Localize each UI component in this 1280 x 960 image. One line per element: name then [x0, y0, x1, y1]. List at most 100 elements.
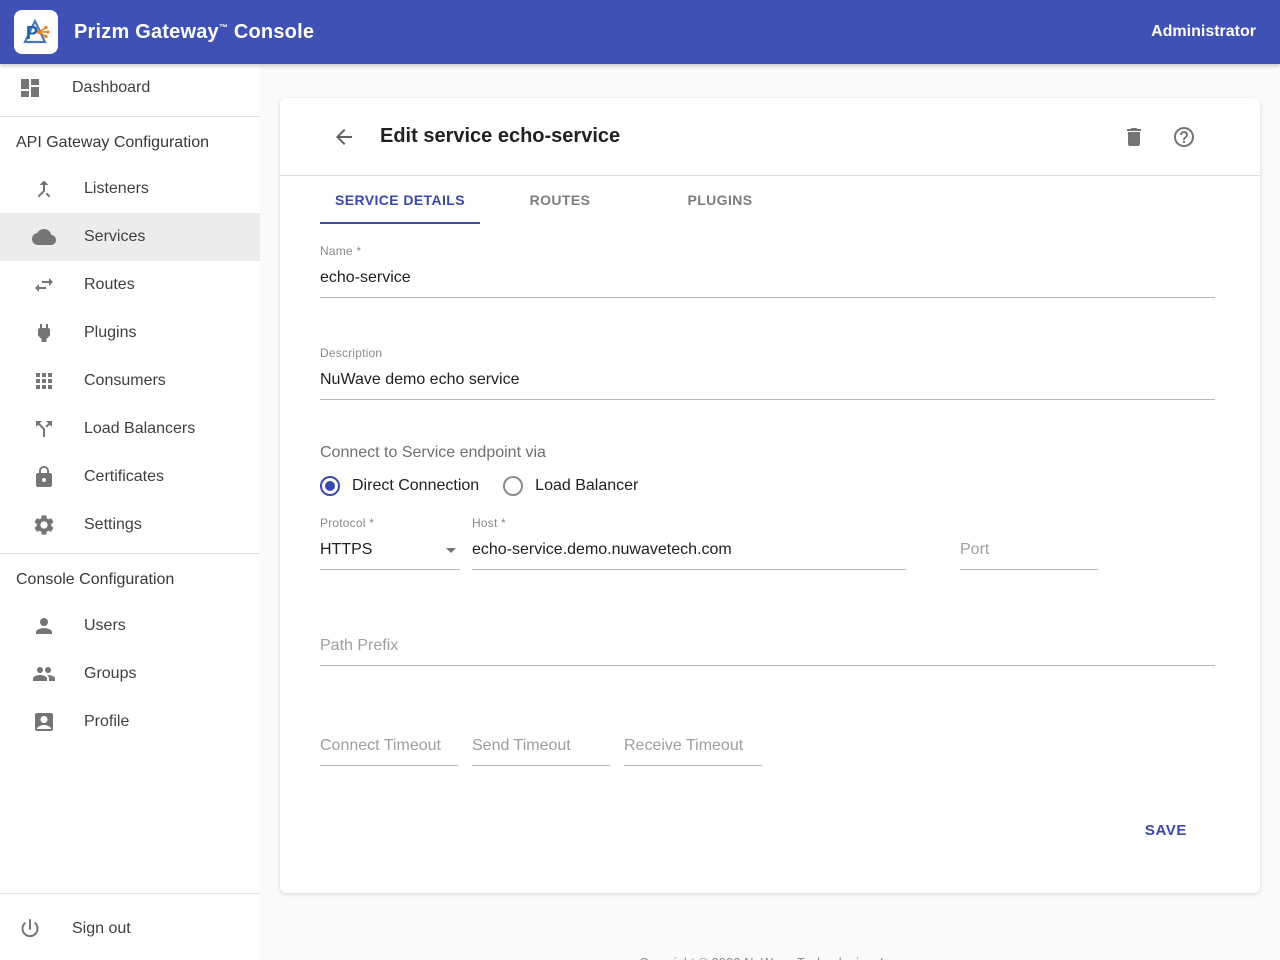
timeouts-row: [320, 728, 1215, 766]
port-input[interactable]: [960, 532, 1098, 570]
protocol-select[interactable]: HTTPS: [320, 532, 460, 570]
sidebar-item-services[interactable]: Services: [0, 213, 260, 261]
sidebar-item-label: Routes: [84, 276, 135, 294]
sidebar-divider: [0, 116, 260, 117]
name-field-label: Name *: [320, 244, 361, 258]
dashboard-icon: [18, 76, 42, 100]
description-field-group: Description: [320, 344, 1215, 400]
sidebar-item-label: Load Balancers: [84, 420, 195, 438]
radio-label: Load Balancer: [535, 477, 638, 495]
sidebar-item-label: Profile: [84, 713, 129, 731]
path-prefix-input[interactable]: [320, 628, 1215, 666]
svg-text:P: P: [26, 23, 38, 43]
sidebar-item-certificates[interactable]: Certificates: [0, 453, 260, 501]
sign-out-label: Sign out: [72, 920, 131, 938]
help-icon: [1172, 125, 1196, 149]
path-prefix-field-group: [320, 628, 1215, 666]
description-input[interactable]: [320, 362, 1215, 400]
gear-icon: [32, 513, 56, 537]
connect-timeout-input[interactable]: [320, 728, 458, 766]
people-icon: [32, 662, 56, 686]
lock-icon: [32, 465, 56, 489]
protocol-field-group: Protocol * HTTPS: [320, 514, 460, 570]
account-box-icon: [32, 710, 56, 734]
sidebar-item-label: Listeners: [84, 180, 149, 198]
prizm-logo: P: [14, 10, 58, 54]
delete-button[interactable]: [1122, 125, 1146, 149]
description-field-label: Description: [320, 346, 382, 360]
sidebar-item-label: Services: [84, 228, 145, 246]
tab-routes[interactable]: ROUTES: [480, 176, 640, 224]
radio-label: Direct Connection: [352, 477, 479, 495]
page-title: Edit service echo-service: [380, 125, 620, 148]
copyright-footer: Copyright © 2022 NuWave Technologies, In…: [260, 955, 1280, 960]
sidebar-item-load-balancers[interactable]: Load Balancers: [0, 405, 260, 453]
help-button[interactable]: [1172, 125, 1196, 149]
main-content: Edit service echo-service SERVICE DETAIL…: [260, 64, 1280, 960]
sidebar-divider: [0, 893, 260, 894]
radio-selected-icon: [320, 476, 340, 496]
call-merge-icon: [32, 177, 56, 201]
chevron-down-icon: [446, 548, 456, 553]
save-button[interactable]: SAVE: [1129, 814, 1203, 847]
sidebar-item-label: Users: [84, 617, 126, 635]
service-details-form: Name * Description Connect to Service en…: [280, 224, 1260, 893]
swap-horiz-icon: [32, 273, 56, 297]
name-input[interactable]: [320, 260, 1215, 298]
sidebar-item-label: Certificates: [84, 468, 164, 486]
sidebar-item-settings[interactable]: Settings: [0, 501, 260, 549]
sidebar-item-label: Settings: [84, 516, 142, 534]
radio-direct-connection[interactable]: Direct Connection: [320, 476, 479, 496]
sidebar-item-profile[interactable]: Profile: [0, 698, 260, 746]
power-plug-icon: [32, 321, 56, 345]
name-field-group: Name *: [320, 242, 1215, 298]
radio-unselected-icon: [503, 476, 523, 496]
app-bar: P Prizm Gateway™ Console Administrator: [0, 0, 1280, 64]
protocol-host-port-row: Protocol * HTTPS Host *: [320, 514, 1215, 570]
sidebar-item-groups[interactable]: Groups: [0, 650, 260, 698]
sidebar-nav: Dashboard API Gateway Configuration List…: [0, 64, 260, 960]
call-split-icon: [32, 417, 56, 441]
host-field-group: Host *: [472, 514, 906, 570]
tab-bar: SERVICE DETAILS ROUTES PLUGINS: [280, 176, 1260, 224]
endpoint-section-label: Connect to Service endpoint via: [320, 444, 1215, 462]
tab-service-details[interactable]: SERVICE DETAILS: [320, 176, 480, 224]
user-menu[interactable]: Administrator: [1151, 23, 1256, 41]
sidebar-item-listeners[interactable]: Listeners: [0, 165, 260, 213]
sidebar-item-dashboard[interactable]: Dashboard: [0, 64, 260, 112]
sidebar-item-users[interactable]: Users: [0, 602, 260, 650]
host-field-label: Host *: [472, 516, 506, 530]
app-title: Prizm Gateway™ Console: [74, 21, 314, 44]
edit-service-card: Edit service echo-service SERVICE DETAIL…: [280, 98, 1260, 893]
card-header: Edit service echo-service: [280, 98, 1260, 176]
receive-timeout-input[interactable]: [624, 728, 762, 766]
radio-load-balancer[interactable]: Load Balancer: [503, 476, 638, 496]
sidebar-item-routes[interactable]: Routes: [0, 261, 260, 309]
sidebar-item-label: Consumers: [84, 372, 166, 390]
port-field-group: [960, 532, 1098, 570]
send-timeout-input[interactable]: [472, 728, 610, 766]
send-timeout-field-group: [472, 728, 610, 766]
sidebar-divider: [0, 553, 260, 554]
sign-out-button[interactable]: Sign out: [0, 898, 260, 960]
person-icon: [32, 614, 56, 638]
trash-icon: [1122, 125, 1146, 149]
sidebar-item-label: Dashboard: [72, 79, 150, 97]
sidebar-item-consumers[interactable]: Consumers: [0, 357, 260, 405]
tab-plugins[interactable]: PLUGINS: [640, 176, 800, 224]
back-button[interactable]: [332, 125, 356, 149]
endpoint-radio-group: Direct Connection Load Balancer: [320, 476, 1215, 496]
sidebar-item-plugins[interactable]: Plugins: [0, 309, 260, 357]
sidebar-item-label: Groups: [84, 665, 136, 683]
power-icon: [18, 917, 42, 941]
cloud-icon: [32, 225, 56, 249]
protocol-selected-value: HTTPS: [320, 541, 372, 559]
host-input[interactable]: [472, 532, 906, 570]
receive-timeout-field-group: [624, 728, 762, 766]
sidebar-item-label: Plugins: [84, 324, 136, 342]
prizm-logo-icon: P: [19, 15, 53, 49]
sidebar-section-gateway: API Gateway Configuration: [0, 121, 260, 165]
sidebar-section-console: Console Configuration: [0, 558, 260, 602]
protocol-field-label: Protocol *: [320, 516, 374, 530]
trademark-symbol: ™: [219, 22, 228, 32]
